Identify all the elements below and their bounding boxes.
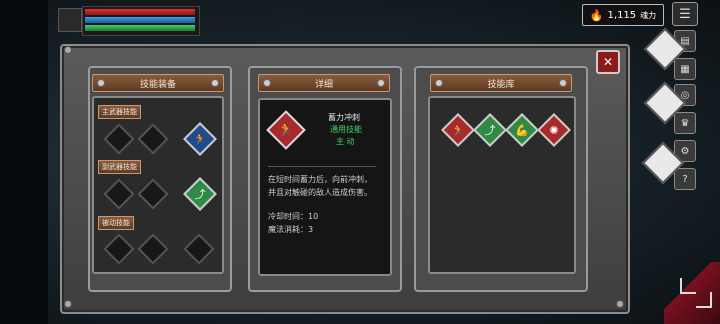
panel-library-header: 技能库 — [430, 74, 572, 92]
skill-desc-2: 并且对触碰的敌人造成伤害。 — [268, 188, 372, 197]
skill-mode: 主 动 — [336, 137, 355, 146]
player-portrait[interactable] — [58, 8, 82, 32]
header-rivet — [435, 79, 443, 87]
collapse-corner-icon[interactable] — [680, 278, 696, 294]
dash-kick-icon: 🏃 — [193, 132, 207, 146]
skill-name: 蓄力冲刺 — [328, 113, 360, 122]
sub-weapon-label: 副武器技能 — [98, 160, 141, 174]
main-weapon-label: 主武器技能 — [98, 105, 141, 119]
panel-detail-header: 详细 — [258, 74, 390, 92]
skill-type: 通用技能 — [330, 125, 362, 134]
hp-bar — [85, 9, 195, 15]
header-rivet — [211, 79, 219, 87]
help-icon[interactable]: ? — [674, 168, 696, 190]
map-icon[interactable]: ▦ — [674, 58, 696, 80]
left-shadow — [0, 0, 48, 324]
flex-icon: 💪 — [515, 123, 529, 137]
passive-label: 被动技能 — [98, 216, 134, 230]
rivet — [64, 46, 72, 54]
skill-desc-1: 在短时间蓄力后，向前冲刺， — [268, 175, 372, 184]
leap-icon: ⤴ — [194, 188, 206, 201]
rivet — [64, 300, 72, 308]
header-rivet — [263, 79, 271, 87]
sprint-icon: ⤴ — [484, 124, 496, 137]
panel-library-title: 技能库 — [487, 79, 515, 90]
panel-equip-header: 技能装备 — [92, 74, 224, 92]
header-rivet — [377, 79, 385, 87]
close-icon[interactable]: ✕ — [596, 50, 620, 74]
flame-icon: 🔥 — [589, 8, 604, 22]
xp-bar — [85, 25, 195, 31]
rivet — [616, 300, 624, 308]
currency-unit: 魂力 — [640, 10, 657, 20]
skill-mana-cost: 魔法消耗：3 — [268, 225, 314, 234]
panel-equip-title: 技能装备 — [139, 79, 176, 90]
crown-icon[interactable]: ♛ — [674, 112, 696, 134]
charge-dash-icon: 🏃 — [451, 123, 465, 137]
expand-corner-icon[interactable] — [696, 292, 712, 308]
shockwave-icon: ✺ — [549, 123, 559, 137]
skill-cooldown: 冷却时间：10 — [268, 212, 319, 221]
charge-dash-icon: 🏃 — [277, 122, 295, 138]
mp-bar — [85, 17, 195, 23]
header-rivet — [559, 79, 567, 87]
status-bars — [82, 6, 200, 36]
currency-amount: 1,115 — [607, 9, 637, 21]
menu-list-icon[interactable]: ☰ — [672, 2, 698, 26]
panel-detail-title: 详细 — [314, 79, 333, 90]
header-rivet — [97, 79, 105, 87]
soul-currency: 🔥 1,115 魂力 — [582, 4, 664, 26]
detail-divider — [268, 166, 376, 167]
